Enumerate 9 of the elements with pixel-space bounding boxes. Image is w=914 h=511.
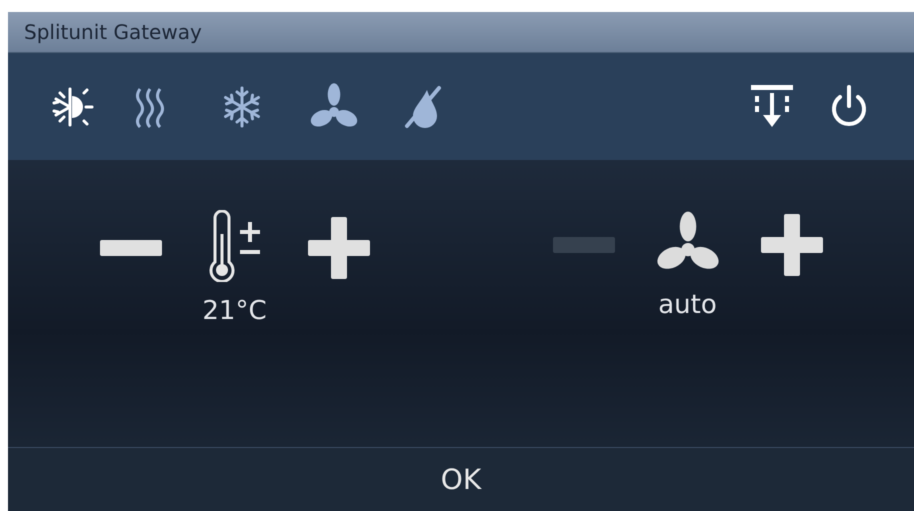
snowflake-sun-icon — [50, 84, 94, 128]
minus-icon — [552, 237, 614, 253]
window-title: Splitunit Gateway — [24, 20, 202, 44]
plus-icon — [308, 217, 370, 279]
fan-speed-value: auto — [658, 290, 717, 320]
minus-icon — [100, 240, 162, 256]
temperature-value: 21°C — [202, 296, 267, 326]
ok-button[interactable]: OK — [420, 457, 502, 502]
plus-icon — [760, 214, 822, 276]
